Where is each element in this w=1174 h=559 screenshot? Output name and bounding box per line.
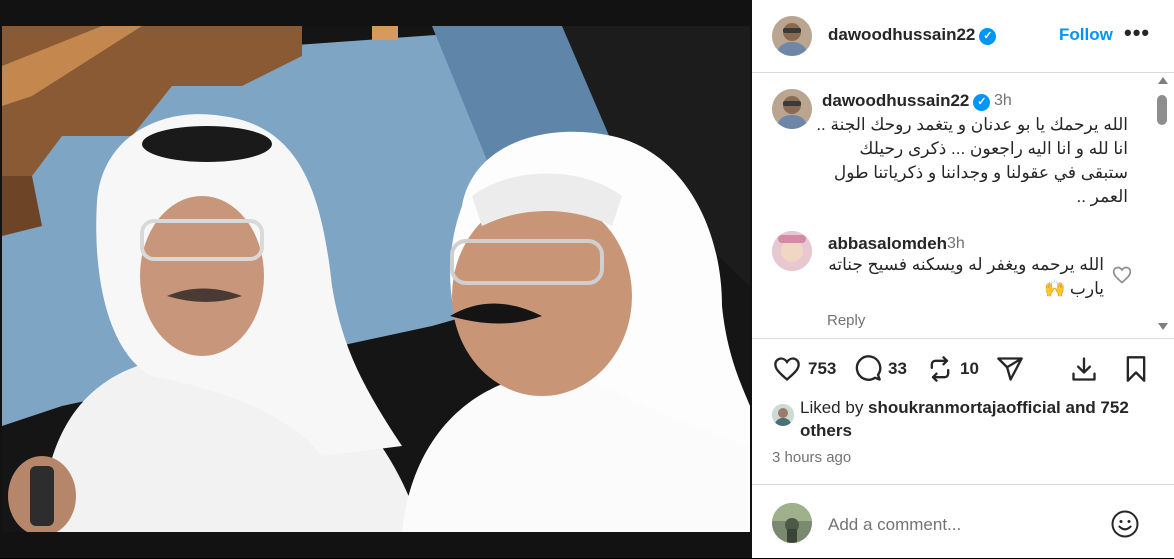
- comments-scrollbar[interactable]: [1154, 73, 1172, 337]
- author-username[interactable]: dawoodhussain22 ✓: [828, 25, 997, 45]
- share-action[interactable]: [996, 355, 1024, 383]
- scroll-thumb[interactable]: [1157, 95, 1167, 125]
- action-bar: 753 33 10: [752, 338, 1174, 403]
- liker-avatar-image: [772, 404, 794, 426]
- download-action[interactable]: [1070, 355, 1098, 383]
- liked-by-text: Liked by shoukranmortajaofficial and 752…: [800, 396, 1140, 442]
- caption-username-text[interactable]: dawoodhussain22: [822, 91, 969, 110]
- add-comment-bar: [752, 484, 1174, 559]
- verified-badge-icon: ✓: [973, 94, 991, 111]
- photo-area: [0, 0, 752, 558]
- like-action[interactable]: 753: [772, 355, 836, 383]
- caption-time[interactable]: 3h: [994, 92, 1012, 110]
- add-comment-input[interactable]: [828, 515, 1108, 535]
- repost-action[interactable]: 10: [926, 355, 979, 383]
- reply-button[interactable]: Reply: [827, 312, 865, 329]
- post-photo-illustration: [2, 26, 750, 532]
- emoji-icon[interactable]: [1110, 509, 1140, 539]
- caption-avatar-image: [772, 89, 812, 129]
- post-details-panel: dawoodhussain22 ✓ Follow ••• dawoodhussai…: [752, 0, 1174, 558]
- likes-count: 753: [808, 359, 837, 378]
- save-action[interactable]: [1122, 355, 1150, 383]
- comments-count: 33: [888, 359, 907, 378]
- comment-action[interactable]: 33: [854, 355, 907, 383]
- comment-icon[interactable]: [854, 355, 882, 383]
- caption-username[interactable]: dawoodhussain22 ✓: [822, 91, 991, 111]
- author-avatar[interactable]: [772, 16, 812, 56]
- viewer-avatar-image: [772, 503, 812, 543]
- follow-button[interactable]: Follow: [1059, 25, 1113, 45]
- scroll-up-arrow-icon[interactable]: [1158, 77, 1168, 84]
- caption-text: الله يرحمك يا بو عدنان و يتغمد روحك الجن…: [816, 115, 1128, 206]
- liked-by-prefix: Liked by: [800, 398, 869, 417]
- author-avatar-image: [772, 16, 812, 56]
- comment-text: الله يرحمه ويغفر له ويسكنه فسيح جناته يا…: [828, 255, 1104, 298]
- comment-avatar[interactable]: [772, 231, 812, 271]
- author-username-text[interactable]: dawoodhussain22: [828, 25, 975, 44]
- post-photo[interactable]: [2, 26, 750, 532]
- liker-avatar[interactable]: [772, 404, 794, 426]
- comment-avatar-image: [772, 231, 812, 271]
- comment-username[interactable]: abbasalomdeh: [828, 234, 947, 254]
- post-header: dawoodhussain22 ✓ Follow •••: [752, 0, 1174, 73]
- heart-icon[interactable]: [772, 355, 802, 383]
- comment-like-heart-icon[interactable]: [1112, 265, 1132, 285]
- post-viewer: dawoodhussain22 ✓ Follow ••• dawoodhussai…: [0, 0, 1174, 558]
- viewer-avatar: [772, 503, 812, 543]
- download-icon[interactable]: [1070, 355, 1098, 383]
- comment-time[interactable]: 3h: [947, 235, 965, 253]
- save-icon[interactable]: [1122, 355, 1150, 383]
- caption-avatar[interactable]: [772, 89, 812, 129]
- scroll-down-arrow-icon[interactable]: [1158, 323, 1168, 330]
- repost-icon[interactable]: [926, 355, 954, 383]
- comments-section: dawoodhussain22 ✓ 3h الله يرحمك يا بو عدن…: [752, 73, 1174, 337]
- liked-by-user[interactable]: shoukranmortajaofficial: [868, 398, 1061, 417]
- verified-badge-icon: ✓: [979, 28, 997, 45]
- more-options-icon[interactable]: •••: [1124, 20, 1150, 46]
- posted-time[interactable]: 3 hours ago: [772, 449, 851, 466]
- share-icon[interactable]: [996, 355, 1024, 383]
- reposts-count: 10: [960, 359, 979, 378]
